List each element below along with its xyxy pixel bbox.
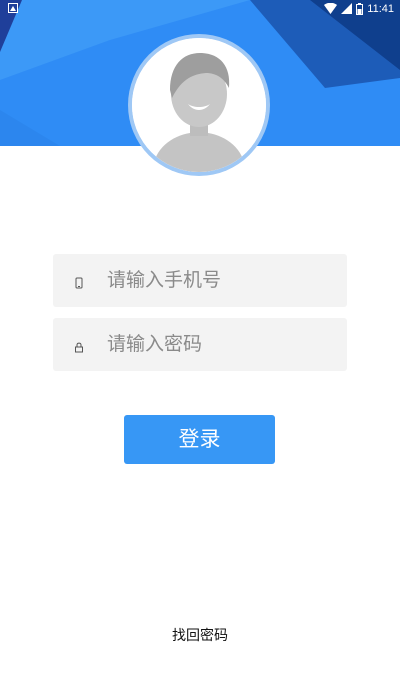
password-input[interactable]: 请输入密码 [107,318,202,371]
login-button[interactable]: 登录 [124,415,275,464]
forgot-password-link[interactable]: 找回密码 [0,625,400,645]
status-bar: 11:41 [0,0,400,17]
wifi-icon [324,3,338,14]
phone-icon [74,274,84,289]
status-time: 11:41 [367,2,394,15]
phone-input[interactable]: 请输入手机号 [107,254,221,307]
default-user-avatar-icon [132,38,266,172]
lock-icon [74,338,84,353]
notification-icon [8,3,18,13]
status-icons: 11:41 [324,1,394,16]
password-field[interactable]: 请输入密码 [53,318,347,371]
cell-signal-icon [341,3,353,14]
avatar[interactable] [132,38,266,172]
phone-field[interactable]: 请输入手机号 [53,254,347,307]
battery-icon [356,2,364,15]
